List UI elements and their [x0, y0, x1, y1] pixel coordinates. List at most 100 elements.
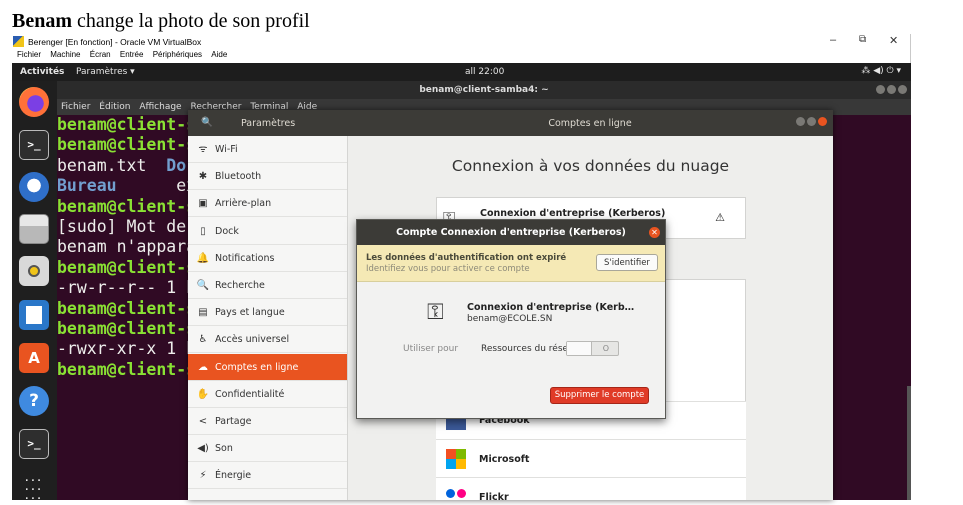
sidebar-item-label: Notifications	[215, 252, 275, 264]
terminal2-icon[interactable]: >_	[19, 429, 49, 459]
menu-fichier[interactable]: Fichier	[17, 50, 41, 59]
minimize-button[interactable]: –	[830, 34, 836, 46]
terminal-line: benam@client-s	[57, 135, 196, 155]
terminal-line: benam@client-s	[57, 115, 196, 135]
sidebar-item-bluetooth[interactable]: ✱ Bluetooth	[188, 163, 347, 191]
banner-subtitle: Identifiez vous pour activer ce compte	[366, 264, 530, 274]
sidebar-item-confidentialit-[interactable]: ✋ Confidentialité	[188, 381, 347, 408]
system-tray[interactable]: ⁂ ◀) ⏻ ▾	[861, 66, 901, 76]
sidebar-item-notifications[interactable]: 🔔 Notifications	[188, 245, 347, 272]
close-icon[interactable]: ✕	[649, 227, 660, 238]
sidebar-item-pays-et-langue[interactable]: ▤ Pays et langue	[188, 299, 347, 327]
terminal-scrollbar[interactable]	[907, 386, 911, 500]
network-resources-switch[interactable]: O	[566, 341, 619, 356]
terminal-text: benam@client-s	[57, 359, 197, 379]
sidebar-item-recherche[interactable]: 🔍 Recherche	[188, 272, 347, 299]
close-button[interactable]: ✕	[889, 34, 898, 47]
terminal-text: benam@client-s	[57, 135, 197, 155]
software-icon[interactable]: A	[19, 343, 49, 373]
term-menu-fichier[interactable]: Fichier	[61, 102, 90, 112]
sidebar-item-son[interactable]: ◀) Son	[188, 435, 347, 463]
sidebar-item-acc-s-universel[interactable]: ♿ Accès universel	[188, 326, 347, 354]
terminal-output[interactable]: benam@client-s benam@client-s benam.txt Do…	[57, 115, 196, 380]
term-menu-affichage[interactable]: Affichage	[139, 102, 181, 112]
activities-button[interactable]: Activités	[20, 67, 64, 77]
close-icon[interactable]	[818, 117, 827, 126]
writer-icon[interactable]	[19, 300, 49, 330]
settings-window-controls[interactable]	[794, 117, 827, 128]
sidebar-item-comptes-en-ligne[interactable]: ☁ Comptes en ligne	[188, 353, 347, 381]
terminal-line: benam@client-s	[57, 258, 196, 278]
terminal-line: benam.txt Do	[57, 156, 196, 176]
sidebar-item-wi-fi[interactable]: ᯤ Wi-Fi	[188, 136, 347, 163]
provider-flickr[interactable]: Flickr	[436, 477, 746, 500]
network-resources-label: Ressources du réseau	[481, 344, 580, 354]
menu-entree[interactable]: Entrée	[120, 50, 144, 59]
sidebar-item-arri-re-plan[interactable]: ▣ Arrière-plan	[188, 190, 347, 218]
switch-off-label: O	[602, 344, 609, 353]
terminal-text: benam@client-s	[57, 115, 197, 134]
delete-account-button[interactable]: Supprimer le compte	[550, 387, 649, 404]
menu-peripheriques[interactable]: Périphériques	[153, 50, 202, 59]
caption-bold: Benam	[12, 10, 72, 32]
sidebar-item-dock[interactable]: ▯ Dock	[188, 218, 347, 245]
dialog-header: Compte Connexion d'entreprise (Kerberos)…	[357, 220, 665, 245]
restore-button[interactable]: ⧉	[859, 34, 866, 45]
menu-ecran[interactable]: Écran	[90, 50, 111, 59]
settings-sidebar-header: 🔍 Paramètres	[188, 110, 347, 136]
provider-label: Flickr	[479, 492, 509, 500]
clock[interactable]: all 22:00	[465, 67, 504, 77]
search-icon[interactable]: 🔍	[201, 117, 213, 128]
gnome-topbar: Activités Paramètres ▾ all 22:00 ⁂ ◀) ⏻ …	[12, 63, 911, 81]
identify-button[interactable]: S'identifier	[596, 254, 658, 271]
terminal-line: benam@client-s	[57, 360, 196, 380]
provider-microsoft[interactable]: Microsoft	[436, 439, 746, 477]
dialog-title: Compte Connexion d'entreprise (Kerberos)	[396, 227, 626, 238]
term-menu-edition[interactable]: Édition	[99, 102, 130, 112]
search-icon: 🔍	[196, 280, 210, 291]
app-menu[interactable]: Paramètres ▾	[76, 67, 135, 77]
terminal-line: benam n'appara	[57, 237, 196, 257]
terminal-line: benam@client-s	[57, 299, 196, 319]
sidebar-item--nergie[interactable]: ⚡ Énergie	[188, 462, 347, 490]
sidebar-item-label: Recherche	[215, 280, 265, 291]
region-icon: ▤	[198, 307, 208, 319]
sidebar-item-label: Wi-Fi	[215, 144, 238, 155]
sidebar-item-label: Son	[215, 443, 233, 455]
terminal-text: benam@client-s	[57, 319, 197, 339]
terminal-icon[interactable]: >_	[19, 130, 49, 160]
power-icon: ⚡	[199, 470, 207, 482]
thunderbird-icon[interactable]	[19, 172, 49, 202]
expired-banner: Les données d'authentification ont expir…	[357, 245, 665, 282]
warning-icon: ⚠	[715, 211, 725, 224]
minimize-icon[interactable]	[796, 117, 805, 126]
firefox-icon[interactable]	[19, 87, 49, 117]
show-apps-icon[interactable]: ··· ··· ···	[19, 473, 49, 500]
terminal-line: -rwxr-xr-x 1 b	[57, 339, 196, 359]
menu-machine[interactable]: Machine	[50, 50, 80, 59]
virtualbox-titlebar: Berenger [En fonction] - Oracle VM Virtu…	[12, 34, 912, 50]
menu-aide[interactable]: Aide	[211, 50, 227, 59]
privacy-icon: ✋	[196, 388, 210, 400]
terminal-text: -rwxr-xr-x 1 b	[57, 339, 197, 359]
sidebar-item-partage[interactable]: < Partage	[188, 408, 347, 435]
panel-heading: Connexion à vos données du nuage	[451, 157, 730, 175]
sidebar-item-label: Pays et langue	[215, 307, 285, 319]
dock: >_ A ? >_ ··· ··· ···	[12, 81, 57, 500]
terminal-line: benam@client-s	[57, 319, 196, 339]
help-icon[interactable]: ?	[19, 386, 49, 416]
sound-icon: ◀)	[197, 443, 209, 455]
sidebar-item-label: Comptes en ligne	[215, 361, 299, 373]
terminal-text: Do	[166, 155, 187, 175]
banner-title: Les données d'authentification ont expir…	[366, 253, 567, 263]
files-icon[interactable]	[19, 214, 49, 244]
provider-label: Microsoft	[479, 454, 530, 465]
account-dialog: Compte Connexion d'entreprise (Kerberos)…	[356, 219, 666, 419]
sidebar-item-label: Énergie	[215, 470, 252, 482]
bell-icon: 🔔	[196, 252, 210, 264]
dock-icon: ▯	[200, 225, 206, 237]
microsoft-icon	[446, 449, 466, 469]
maximize-icon[interactable]	[807, 117, 816, 126]
rhythmbox-icon[interactable]	[19, 256, 49, 286]
sidebar-item-label: Dock	[215, 225, 239, 237]
